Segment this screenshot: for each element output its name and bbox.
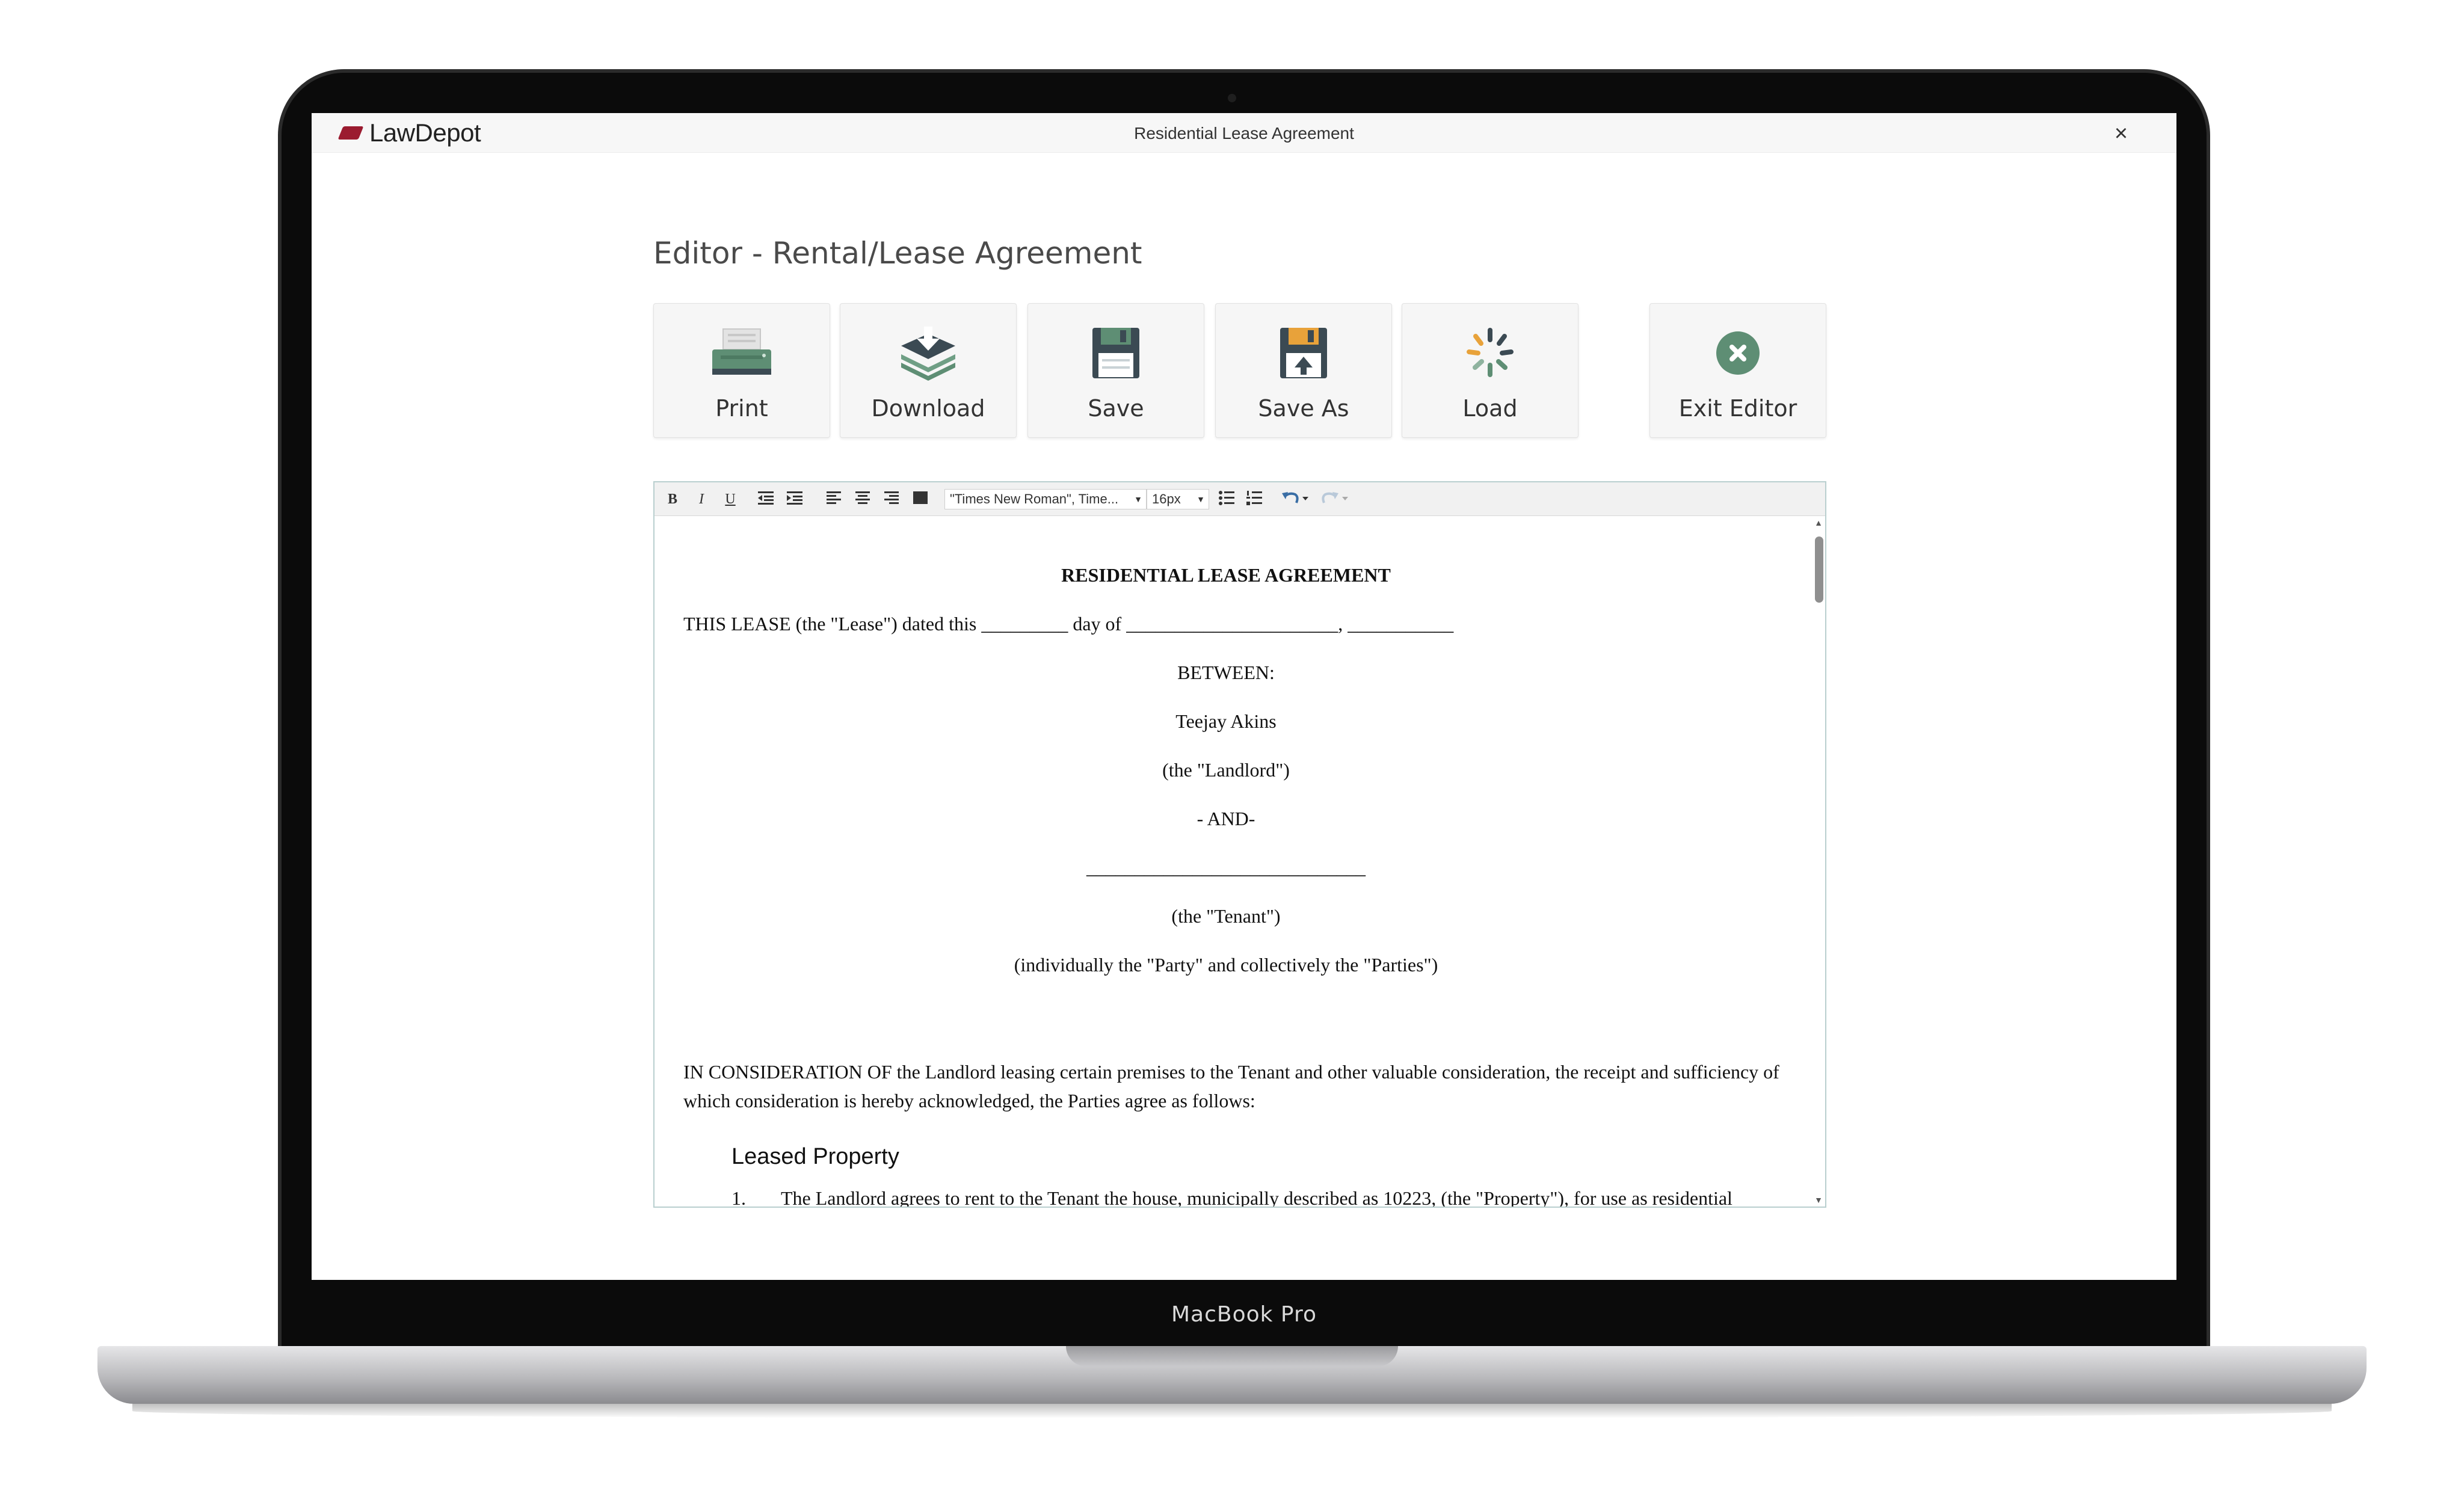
align-left-button[interactable]: [824, 490, 843, 509]
numbered-list-button[interactable]: [1244, 490, 1264, 509]
chevron-down-icon: ▼: [1197, 494, 1205, 504]
document-title: RESIDENTIAL LEASE AGREEMENT: [1061, 564, 1391, 586]
align-center-button[interactable]: [853, 490, 872, 509]
bold-button[interactable]: B: [664, 490, 681, 509]
print-label: Print: [715, 395, 768, 422]
download-label: Download: [871, 395, 985, 422]
and-label: - AND-: [1197, 808, 1255, 829]
document-body[interactable]: RESIDENTIAL LEASE AGREEMENT THIS LEASE (…: [654, 516, 1825, 1207]
redo-icon: [1322, 492, 1348, 503]
load-button[interactable]: Load: [1402, 303, 1578, 438]
close-icon: ×: [2114, 121, 2128, 146]
close-circle-icon: [1650, 325, 1826, 383]
close-button[interactable]: ×: [2109, 121, 2133, 146]
clause-number: 1.: [732, 1187, 746, 1207]
align-center-icon: [855, 491, 870, 504]
floppy-disk-upload-icon: [1216, 325, 1391, 383]
italic-button[interactable]: I: [693, 490, 710, 509]
align-justify-icon: [913, 491, 928, 504]
outdent-icon: [758, 491, 774, 505]
bullet-list-button[interactable]: [1216, 490, 1237, 509]
align-right-button[interactable]: [882, 490, 901, 509]
font-family-select[interactable]: "Times New Roman", Time... ▼: [944, 489, 1147, 509]
undo-button[interactable]: [1280, 490, 1310, 509]
landlord-role: (the "Landlord"): [1162, 759, 1290, 781]
device-label: MacBook Pro: [1171, 1302, 1317, 1327]
indent-button[interactable]: [784, 490, 805, 509]
save-label: Save: [1088, 395, 1144, 422]
underline-button[interactable]: U: [722, 490, 739, 509]
rich-text-editor: B I U "Times New Roman", Time... ▼ 16px …: [653, 481, 1826, 1208]
exit-editor-label: Exit Editor: [1678, 395, 1797, 422]
save-as-label: Save As: [1258, 395, 1349, 422]
font-size-value: 16px: [1152, 491, 1181, 506]
clause-1-text: The Landlord agrees to rent to the Tenan…: [781, 1187, 1732, 1207]
document-scrollbar[interactable]: ▲ ▼: [1812, 516, 1825, 1207]
printer-icon: [654, 325, 830, 383]
window-title: Residential Lease Agreement: [1134, 124, 1354, 143]
editor-toolbar: B I U "Times New Roman", Time... ▼ 16px …: [654, 482, 1825, 516]
loading-spinner-icon: [1402, 325, 1578, 383]
screen: LawDepot Residential Lease Agreement × E…: [312, 113, 2176, 1280]
numbered-list-icon: [1246, 491, 1262, 505]
font-size-select[interactable]: 16px ▼: [1147, 489, 1209, 509]
landlord-name: Teejay Akins: [1175, 710, 1277, 732]
outdent-button[interactable]: [756, 490, 776, 509]
section-heading-leased-property: Leased Property: [732, 1144, 899, 1169]
exit-editor-button[interactable]: Exit Editor: [1649, 303, 1826, 438]
parties-definition: (individually the "Party" and collective…: [1014, 954, 1438, 976]
laptop-base-notch: [1066, 1346, 1398, 1367]
camera-dot: [1228, 94, 1236, 102]
download-button[interactable]: Download: [840, 303, 1017, 438]
print-button[interactable]: Print: [653, 303, 830, 438]
align-right-icon: [884, 491, 899, 504]
tenant-name-blank: _____________________________: [1086, 856, 1366, 878]
floppy-disk-icon: [1028, 325, 1204, 383]
chevron-down-icon: ▼: [1134, 494, 1142, 504]
app-header: LawDepot Residential Lease Agreement ×: [312, 113, 2176, 153]
consideration-line-2: which consideration is hereby acknowledg…: [683, 1090, 1255, 1111]
indent-icon: [787, 491, 802, 505]
font-family-value: "Times New Roman", Time...: [950, 491, 1119, 506]
save-button[interactable]: Save: [1027, 303, 1204, 438]
redo-button[interactable]: [1320, 490, 1350, 509]
load-label: Load: [1462, 395, 1518, 422]
laptop-shadow: [132, 1404, 2332, 1418]
undo-icon: [1282, 492, 1308, 503]
download-icon: [840, 325, 1016, 383]
tenant-role: (the "Tenant"): [1171, 905, 1281, 927]
page-title: Editor - Rental/Lease Agreement: [653, 236, 1142, 271]
align-justify-button[interactable]: [911, 490, 930, 509]
scroll-up-icon[interactable]: ▲: [1812, 516, 1825, 529]
consideration-line-1: IN CONSIDERATION OF the Landlord leasing…: [683, 1061, 1779, 1083]
scroll-down-icon[interactable]: ▼: [1812, 1193, 1825, 1207]
align-left-icon: [827, 491, 841, 504]
dated-line: THIS LEASE (the "Lease") dated this ____…: [683, 613, 1454, 635]
bullet-list-icon: [1219, 491, 1234, 505]
between-label: BETWEEN:: [1177, 662, 1275, 683]
scroll-thumb[interactable]: [1815, 536, 1823, 603]
save-as-button[interactable]: Save As: [1215, 303, 1392, 438]
